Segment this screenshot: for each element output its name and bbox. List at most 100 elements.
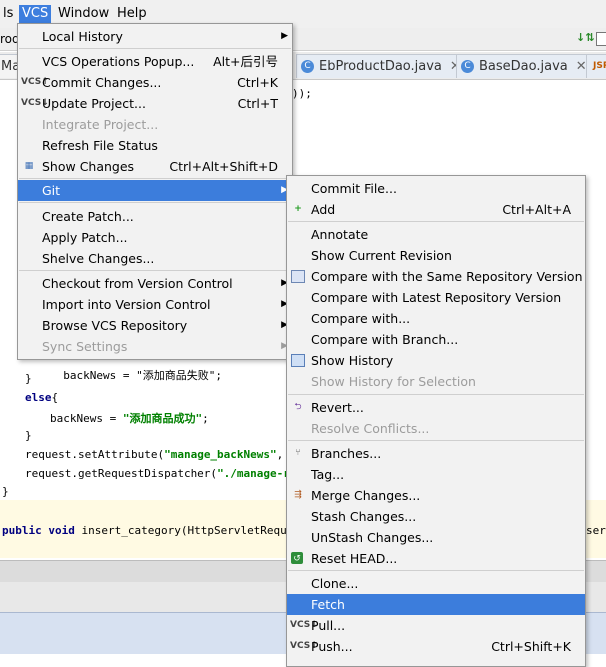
menu-separator <box>19 202 291 203</box>
code-text: request.setAttribute( <box>25 448 165 461</box>
menu-item-label: Browse VCS Repository <box>42 318 188 333</box>
code-line: public void insert_category(HttpServletR… <box>2 524 307 537</box>
menu-item-checkout-from-vcs[interactable]: Checkout from Version Control ▶ <box>18 273 292 294</box>
menu-separator <box>288 570 584 571</box>
changes-icon: ▦ <box>24 161 34 171</box>
menu-item-annotate[interactable]: Annotate <box>287 224 585 245</box>
code-line: else{ <box>25 391 58 404</box>
code-text: insert_category(HttpServletRequest <box>81 524 307 537</box>
menu-item-label: Create Patch... <box>42 209 134 224</box>
window-icon[interactable] <box>596 32 606 46</box>
close-icon[interactable]: ✕ <box>576 59 587 74</box>
code-text: ; <box>202 412 209 425</box>
menu-item-label: Sync Settings <box>42 339 128 354</box>
branch-icon: ⑂ <box>295 448 301 458</box>
menu-item-show-current-revision[interactable]: Show Current Revision <box>287 245 585 266</box>
menu-item-branches[interactable]: ⑂ Branches... <box>287 443 585 464</box>
menu-item-label: Branches... <box>311 446 382 461</box>
tab-basedao[interactable]: C BaseDao.java ✕ <box>456 54 594 78</box>
menu-item-sync-settings[interactable]: Sync Settings ▶ <box>18 336 292 357</box>
menu-item-shortcut: Ctrl+Shift+K <box>491 639 571 654</box>
menu-item-import-into-vcs[interactable]: Import into Version Control ▶ <box>18 294 292 315</box>
sort-icon[interactable]: ↓⇅ <box>576 31 594 44</box>
menu-item-tag[interactable]: Tag... <box>287 464 585 485</box>
menu-item-compare-with[interactable]: Compare with... <box>287 308 585 329</box>
menu-item-commit-file[interactable]: Commit File... <box>287 178 585 199</box>
menu-item-show-changes[interactable]: ▦ Show Changes Ctrl+Alt+Shift+D <box>18 156 292 177</box>
menu-item-refresh-file-status[interactable]: Refresh File Status <box>18 135 292 156</box>
menu-item-pull[interactable]: VCS↓ Pull... <box>287 615 585 636</box>
menu-item-shortcut: Ctrl+Alt+A <box>502 202 571 217</box>
menu-item-shelve-changes[interactable]: Shelve Changes... <box>18 248 292 269</box>
menu-item-vcs-operations-popup[interactable]: VCS Operations Popup... Alt+后引号 <box>18 51 292 72</box>
menu-separator <box>19 270 291 271</box>
menu-item-fetch[interactable]: Fetch <box>287 594 585 615</box>
menu-item-compare-with-branch[interactable]: Compare with Branch... <box>287 329 585 350</box>
tab-ebproductdao[interactable]: C EbProductDao.java✕ <box>296 54 468 78</box>
submenu-arrow-icon: ▶ <box>281 31 288 41</box>
menu-item-unstash-changes[interactable]: UnStash Changes... <box>287 527 585 548</box>
menu-separator <box>288 440 584 441</box>
menu-item-local-history[interactable]: Local History ▶ <box>18 26 292 47</box>
menu-item-revert[interactable]: ⮌ Revert... <box>287 397 585 418</box>
menu-item-integrate-project[interactable]: Integrate Project... <box>18 114 292 135</box>
code-text: { <box>51 391 59 404</box>
menu-item-browse-vcs-repository[interactable]: Browse VCS Repository ▶ <box>18 315 292 336</box>
menu-item-compare-latest-repo-version[interactable]: Compare with Latest Repository Version <box>287 287 585 308</box>
menu-item-label: Show Current Revision <box>311 248 452 263</box>
menu-item-label: Integrate Project... <box>42 117 159 132</box>
code-line: } <box>2 485 9 498</box>
menu-item-reset-head[interactable]: ↺ Reset HEAD... <box>287 548 585 569</box>
menu-item-label: Resolve Conflicts... <box>311 421 430 436</box>
menu-item-label: Add <box>311 202 336 217</box>
class-icon: C <box>461 60 474 73</box>
menu-item-commit-changes[interactable]: VCS↑ Commit Changes... Ctrl+K <box>18 72 292 93</box>
menu-item-label: Show History <box>311 353 394 368</box>
menu-item-label: Compare with Latest Repository Version <box>311 290 562 305</box>
reset-icon: ↺ <box>291 552 303 564</box>
menu-vcs[interactable]: VCS <box>19 5 52 23</box>
menu-item-show-history[interactable]: Show History <box>287 350 585 371</box>
menu-item-clone[interactable]: Clone... <box>287 573 585 594</box>
menu-item-label: Shelve Changes... <box>42 251 155 266</box>
menu-item-show-history-selection[interactable]: Show History for Selection <box>287 371 585 392</box>
menu-item-add[interactable]: + Add Ctrl+Alt+A <box>287 199 585 220</box>
menu-item-stash-changes[interactable]: Stash Changes... <box>287 506 585 527</box>
menu-item-label: Apply Patch... <box>42 230 128 245</box>
menu-tools[interactable]: ls <box>0 5 16 23</box>
menu-item-label: Commit Changes... <box>42 75 162 90</box>
menu-item-label: Reset HEAD... <box>311 551 398 566</box>
keyword: else <box>25 391 52 404</box>
history-icon <box>291 354 305 367</box>
vcs-pull-icon: VCS↓ <box>290 620 318 630</box>
string-literal: "添加商品成功" <box>122 412 203 425</box>
menu-item-push[interactable]: VCS↑ Push... Ctrl+Shift+K <box>287 636 585 657</box>
revert-icon: ⮌ <box>294 402 302 412</box>
code-line: } <box>25 429 32 442</box>
menu-help[interactable]: Help <box>114 5 150 23</box>
vcs-commit-icon: VCS↑ <box>21 77 49 87</box>
vcs-push-icon: VCS↑ <box>290 641 318 651</box>
menu-item-shortcut: Ctrl+K <box>237 75 278 90</box>
menu-window[interactable]: Window <box>55 5 112 23</box>
menu-item-merge-changes[interactable]: ⇶ Merge Changes... <box>287 485 585 506</box>
menu-item-git[interactable]: Git ▶ <box>18 180 292 201</box>
tab-label: BaseDao.java <box>479 59 568 74</box>
menu-item-label: Commit File... <box>311 181 397 196</box>
menu-item-label: Push... <box>311 639 353 654</box>
menu-item-resolve-conflicts[interactable]: Resolve Conflicts... <box>287 418 585 439</box>
menu-item-create-patch[interactable]: Create Patch... <box>18 206 292 227</box>
menu-item-shortcut: Ctrl+Alt+Shift+D <box>169 159 278 174</box>
menu-item-label: Show Changes <box>42 159 135 174</box>
menu-item-update-project[interactable]: VCS↓ Update Project... Ctrl+T <box>18 93 292 114</box>
code-text: backNews = <box>50 412 123 425</box>
menu-item-label: Clone... <box>311 576 359 591</box>
menu-item-shortcut: Alt+后引号 <box>213 54 278 69</box>
menu-item-apply-patch[interactable]: Apply Patch... <box>18 227 292 248</box>
menu-item-compare-same-repo-version[interactable]: Compare with the Same Repository Version <box>287 266 585 287</box>
code-text: backNews = "添加商品失败"; <box>63 369 222 382</box>
tab-jsp[interactable]: JSP <box>586 54 606 78</box>
class-icon: C <box>301 60 314 73</box>
git-submenu: Commit File... + Add Ctrl+Alt+A Annotate… <box>286 175 586 667</box>
menu-item-label: VCS Operations Popup... <box>42 54 195 69</box>
